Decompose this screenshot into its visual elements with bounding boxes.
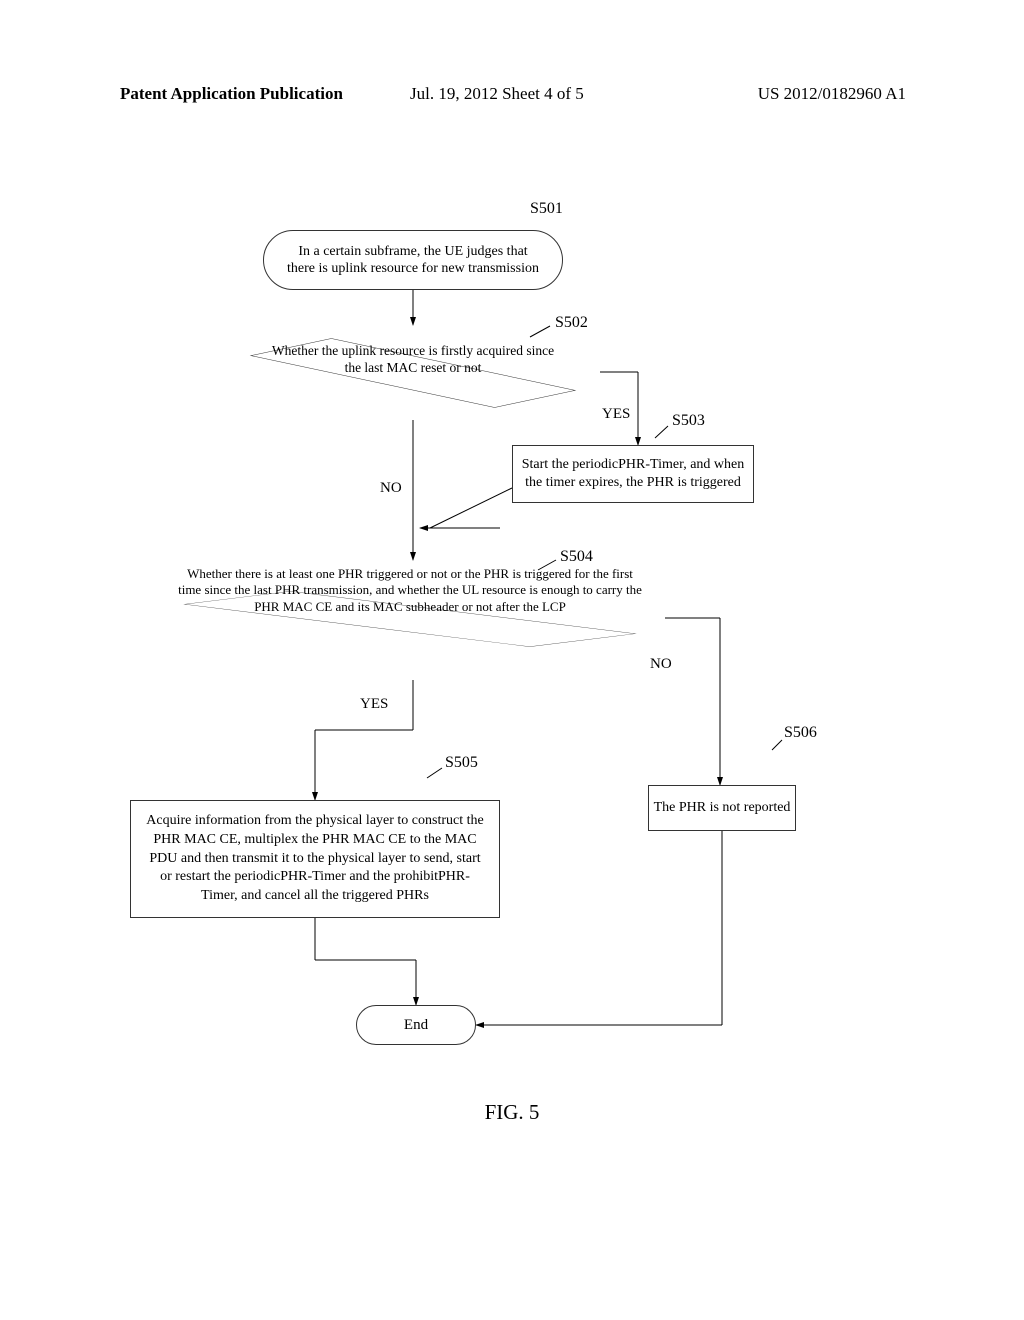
decision-s504: Whether there is at least one PHR trigge… xyxy=(118,558,702,680)
label-yes-2: YES xyxy=(360,696,388,713)
label-s501: S501 xyxy=(530,200,563,218)
label-s506: S506 xyxy=(784,724,817,742)
process-s506: The PHR is not reported xyxy=(648,785,796,831)
start-text: In a certain subframe, the UE judges tha… xyxy=(284,243,542,278)
label-yes-1: YES xyxy=(602,406,630,423)
node-start-terminator: In a certain subframe, the UE judges tha… xyxy=(263,230,563,290)
node-end-terminator: End xyxy=(356,1005,476,1045)
label-s503: S503 xyxy=(672,412,705,430)
d2-text: Whether there is at least one PHR trigge… xyxy=(118,558,702,615)
label-no-1: NO xyxy=(380,480,402,497)
header-right: US 2012/0182960 A1 xyxy=(758,84,906,104)
figure-caption: FIG. 5 xyxy=(0,1100,1024,1125)
s503-text: Start the periodicPHR-Timer, and when th… xyxy=(519,456,747,492)
s505-text: Acquire information from the physical la… xyxy=(143,812,487,906)
d1-text: Whether the uplink resource is firstly a… xyxy=(190,325,636,377)
end-text: End xyxy=(404,1017,428,1034)
process-s503: Start the periodicPHR-Timer, and when th… xyxy=(512,445,754,503)
header-center: Jul. 19, 2012 Sheet 4 of 5 xyxy=(410,84,584,104)
header-left: Patent Application Publication xyxy=(120,84,343,104)
label-s505: S505 xyxy=(445,754,478,772)
label-no-2: NO xyxy=(650,656,672,673)
s506-text: The PHR is not reported xyxy=(654,799,791,817)
decision-s502: Whether the uplink resource is firstly a… xyxy=(190,325,636,420)
process-s505: Acquire information from the physical la… xyxy=(130,800,500,918)
